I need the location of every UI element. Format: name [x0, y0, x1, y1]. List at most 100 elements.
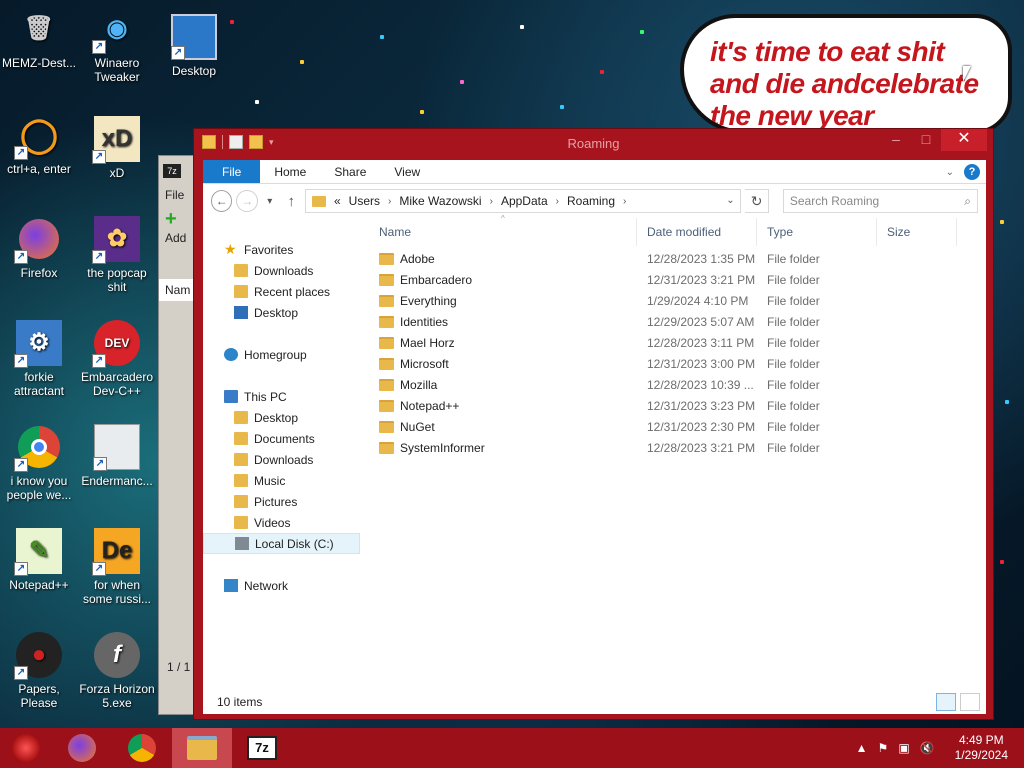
table-row[interactable]: Notepad++ 12/31/2023 3:23 PM File folder	[369, 395, 986, 416]
address-bar[interactable]: « Users › Mike Wazowski › AppData › Roam…	[304, 189, 742, 213]
videos-folder-icon	[234, 516, 248, 529]
desktop-icon-forza[interactable]: f Forza Horizon 5.exe	[78, 632, 156, 710]
clock-time: 4:49 PM	[958, 733, 1004, 747]
table-row[interactable]: NuGet 12/31/2023 2:30 PM File folder	[369, 416, 986, 437]
help-icon[interactable]: ?	[964, 164, 980, 180]
desktop-icon	[234, 306, 248, 319]
tab-home[interactable]: Home	[260, 160, 320, 183]
breadcrumb-mike-wazowski[interactable]: Mike Wazowski	[399, 194, 481, 208]
nav-pc-downloads[interactable]: Downloads	[203, 449, 369, 470]
popcap-icon: ✿ ↗	[92, 216, 140, 264]
search-box[interactable]: ⌕	[782, 189, 978, 213]
desktop-icon-xd[interactable]: xD ↗ xD	[78, 116, 156, 180]
desktop-icon-enderman[interactable]: ↗ Endermanc...	[78, 424, 156, 488]
taskbar-file-explorer[interactable]	[172, 728, 232, 768]
nav-homegroup[interactable]: Homegroup	[203, 344, 369, 365]
nav-network[interactable]: Network	[203, 575, 369, 596]
table-row[interactable]: Mael Horz 12/28/2023 3:11 PM File folder	[369, 332, 986, 353]
start-button[interactable]	[0, 728, 52, 768]
item-count: 10 items	[217, 695, 263, 709]
search-icon[interactable]: ⌕	[964, 194, 971, 209]
file-date: 12/28/2023 3:11 PM	[647, 335, 755, 350]
breadcrumb-users[interactable]: Users	[349, 194, 380, 208]
nav-favorites[interactable]: ★ Favorites	[203, 239, 369, 260]
desktop-icon-de[interactable]: De ↗ for when some russi...	[78, 528, 156, 606]
breadcrumb-overflow[interactable]: «	[334, 194, 341, 208]
nav-pc-music[interactable]: Music	[203, 470, 369, 491]
desktop-icon-chrome[interactable]: ↗ i know you people we...	[0, 424, 78, 502]
file-date: 12/29/2023 5:07 AM	[647, 314, 755, 329]
desktop-icon-forkie[interactable]: ⚙ ↗ forkie attractant	[0, 320, 78, 398]
table-row[interactable]: Embarcadero 12/31/2023 3:21 PM File folder	[369, 269, 986, 290]
search-input[interactable]	[789, 194, 950, 208]
nav-downloads[interactable]: Downloads	[203, 260, 369, 281]
chevron-right-icon[interactable]: ›	[490, 196, 493, 207]
desktop-icon-label: Papers, Please	[18, 682, 60, 710]
nav-desktop-favorite[interactable]: Desktop	[203, 302, 369, 323]
desktop-icon-winaero[interactable]: ◉ ↗ Winaero Tweaker	[78, 6, 156, 84]
minimize-button[interactable]: –	[881, 129, 911, 151]
column-date-modified[interactable]: Date modified	[637, 218, 757, 246]
nav-this-pc[interactable]: This PC	[203, 386, 369, 407]
explorer-window[interactable]: ▾ Roaming – □ ✕ File Home Share View ⌄ ?…	[193, 128, 994, 720]
table-row[interactable]: Everything 1/29/2024 4:10 PM File folder	[369, 290, 986, 311]
desktop-icon-memz[interactable]: 🗑 MEMZ-Dest...	[0, 6, 78, 71]
chevron-right-icon[interactable]: ›	[623, 196, 626, 207]
ring-icon: ◯ ↗	[14, 112, 62, 160]
breadcrumb-appdata[interactable]: AppData	[501, 194, 548, 208]
desktop-icon-popcap[interactable]: ✿ ↗ the popcap shit	[78, 216, 156, 294]
network-status-icon[interactable]: ▣	[898, 741, 909, 755]
desktop-icon-papers-please[interactable]: ● ↗ Papers, Please	[0, 632, 78, 710]
nav-label: Recent places	[254, 284, 331, 299]
explorer-content: File Home Share View ⌄ ? ← → ▾ ↑ « Users…	[203, 160, 986, 714]
table-row[interactable]: Adobe 12/28/2023 1:35 PM File folder	[369, 248, 986, 269]
table-row[interactable]: Microsoft 12/31/2023 3:00 PM File folder	[369, 353, 986, 374]
column-size[interactable]: Size	[877, 218, 957, 246]
title-bar[interactable]: ▾ Roaming – □ ✕	[194, 129, 993, 157]
large-icons-view-icon[interactable]	[960, 693, 980, 711]
taskbar-chrome[interactable]	[112, 728, 172, 768]
desktop-icon-notepadpp[interactable]: ✎ ↗ Notepad++	[0, 528, 78, 592]
breadcrumb-roaming[interactable]: Roaming	[567, 194, 615, 208]
desktop-icon-label: ctrl+a, enter	[7, 162, 71, 176]
desktop-icon-desktop[interactable]: ↗ Desktop	[155, 14, 233, 78]
back-button[interactable]: ←	[211, 190, 233, 212]
nav-pc-documents[interactable]: Documents	[203, 428, 369, 449]
table-row[interactable]: Identities 12/29/2023 5:07 AM File folder	[369, 311, 986, 332]
nav-recent-places[interactable]: Recent places	[203, 281, 369, 302]
file-date: 12/31/2023 3:00 PM	[647, 356, 756, 371]
up-button[interactable]: ↑	[282, 193, 301, 210]
forward-button[interactable]: →	[236, 190, 258, 212]
taskbar-firefox[interactable]	[52, 728, 112, 768]
nav-pc-desktop[interactable]: Desktop	[203, 407, 369, 428]
table-row[interactable]: SystemInformer 12/28/2023 3:21 PM File fol…	[369, 437, 986, 458]
taskbar: 7z ▲ ⚑ ▣ 🔇 4:49 PM 1/29/2024	[0, 728, 1024, 768]
desktop-icon-firefox[interactable]: ↗ Firefox	[0, 216, 78, 280]
taskbar-7zip[interactable]: 7z	[232, 728, 292, 768]
close-button[interactable]: ✕	[941, 129, 987, 151]
tab-share[interactable]: Share	[320, 160, 380, 183]
expand-ribbon-icon[interactable]: ⌄	[946, 167, 954, 178]
recent-locations-icon[interactable]: ▾	[262, 196, 278, 207]
tab-file[interactable]: File	[203, 160, 261, 183]
desktop-icon-label: forkie attractant	[13, 370, 65, 398]
clock[interactable]: 4:49 PM 1/29/2024	[955, 733, 1008, 763]
details-view-icon[interactable]	[936, 693, 956, 711]
tab-view[interactable]: View	[380, 160, 434, 183]
network-icon	[224, 579, 238, 592]
column-type[interactable]: Type	[757, 218, 877, 246]
nav-pc-videos[interactable]: Videos	[203, 512, 369, 533]
action-center-flag-icon[interactable]: ⚑	[878, 741, 889, 755]
address-dropdown-icon[interactable]: ⌄	[720, 190, 740, 212]
chevron-right-icon[interactable]: ›	[388, 196, 391, 207]
table-row[interactable]: Mozilla 12/28/2023 10:39 ... File folder	[369, 374, 986, 395]
chevron-right-icon[interactable]: ›	[556, 196, 559, 207]
desktop-icon-ctrl-a[interactable]: ◯ ↗ ctrl+a, enter	[0, 112, 78, 176]
nav-local-disk[interactable]: Local Disk (C:)	[203, 533, 360, 554]
maximize-button[interactable]: □	[911, 129, 941, 151]
nav-pc-pictures[interactable]: Pictures	[203, 491, 369, 512]
desktop-icon-devcpp[interactable]: DEV ↗ Embarcadero Dev-C++	[78, 320, 156, 398]
show-hidden-icons-icon[interactable]: ▲	[856, 741, 868, 755]
volume-muted-icon[interactable]: 🔇	[920, 741, 935, 755]
refresh-button[interactable]: ↻	[745, 189, 769, 213]
